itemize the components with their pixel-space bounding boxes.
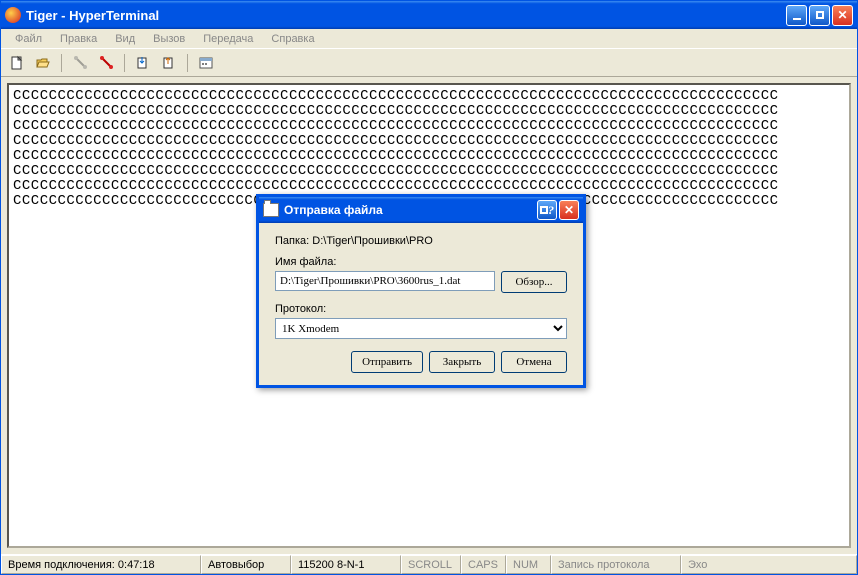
status-params: 115200 8-N-1 — [291, 555, 401, 574]
close-button[interactable] — [832, 5, 853, 26]
status-autodetect: Автовыбор — [201, 555, 291, 574]
protocol-select[interactable]: 1K Xmodem — [275, 318, 567, 339]
menu-edit[interactable]: Правка — [52, 31, 105, 47]
toolbar — [1, 49, 857, 77]
dialog-titlebar: Отправка файла ? — [259, 197, 583, 223]
protocol-label: Протокол: — [275, 303, 567, 315]
toolbar-separator — [61, 54, 62, 72]
menu-call[interactable]: Вызов — [145, 31, 193, 47]
dialog-help-button[interactable]: ? — [537, 200, 557, 220]
statusbar: Время подключения: 0:47:18 Автовыбор 115… — [1, 554, 857, 574]
menu-view[interactable]: Вид — [107, 31, 143, 47]
folder-label: Папка: D:\Tiger\Прошивки\PRO — [275, 235, 567, 247]
call-icon[interactable] — [70, 53, 90, 73]
app-icon — [5, 7, 21, 23]
send-file-dialog: Отправка файла ? Папка: D:\Tiger\Прошивк… — [256, 194, 586, 388]
menu-transfer[interactable]: Передача — [195, 31, 261, 47]
new-icon[interactable] — [7, 53, 27, 73]
menubar: Файл Правка Вид Вызов Передача Справка — [1, 29, 857, 49]
status-num: NUM — [506, 555, 551, 574]
titlebar: Tiger - HyperTerminal — [1, 1, 857, 29]
send-button[interactable]: Отправить — [351, 351, 423, 373]
disconnect-icon[interactable] — [96, 53, 116, 73]
status-log: Запись протокола — [551, 555, 681, 574]
menu-help[interactable]: Справка — [263, 31, 322, 47]
toolbar-separator — [124, 54, 125, 72]
receive-icon[interactable] — [159, 53, 179, 73]
send-icon[interactable] — [133, 53, 153, 73]
cancel-button[interactable]: Отмена — [501, 351, 567, 373]
open-icon[interactable] — [33, 53, 53, 73]
dialog-close-button[interactable] — [559, 200, 579, 220]
properties-icon[interactable] — [196, 53, 216, 73]
status-connection-time: Время подключения: 0:47:18 — [1, 555, 201, 574]
status-echo: Эхо — [681, 555, 857, 574]
status-caps: CAPS — [461, 555, 506, 574]
dialog-title: Отправка файла — [284, 203, 537, 217]
toolbar-separator — [187, 54, 188, 72]
folder-icon — [263, 203, 279, 217]
status-scroll: SCROLL — [401, 555, 461, 574]
menu-file[interactable]: Файл — [7, 31, 50, 47]
terminal-text: CCCCCCCCCCCCCCCCCCCCCCCCCCCCCCCCCCCCCCCC… — [13, 89, 845, 209]
filename-label: Имя файла: — [275, 256, 567, 268]
browse-button[interactable]: Обзор... — [501, 271, 567, 293]
close-dialog-button[interactable]: Закрыть — [429, 351, 495, 373]
dialog-body: Папка: D:\Tiger\Прошивки\PRO Имя файла: … — [259, 223, 583, 385]
maximize-button[interactable] — [809, 5, 830, 26]
filename-input[interactable] — [275, 271, 495, 291]
minimize-button[interactable] — [786, 5, 807, 26]
window-title: Tiger - HyperTerminal — [26, 8, 786, 23]
